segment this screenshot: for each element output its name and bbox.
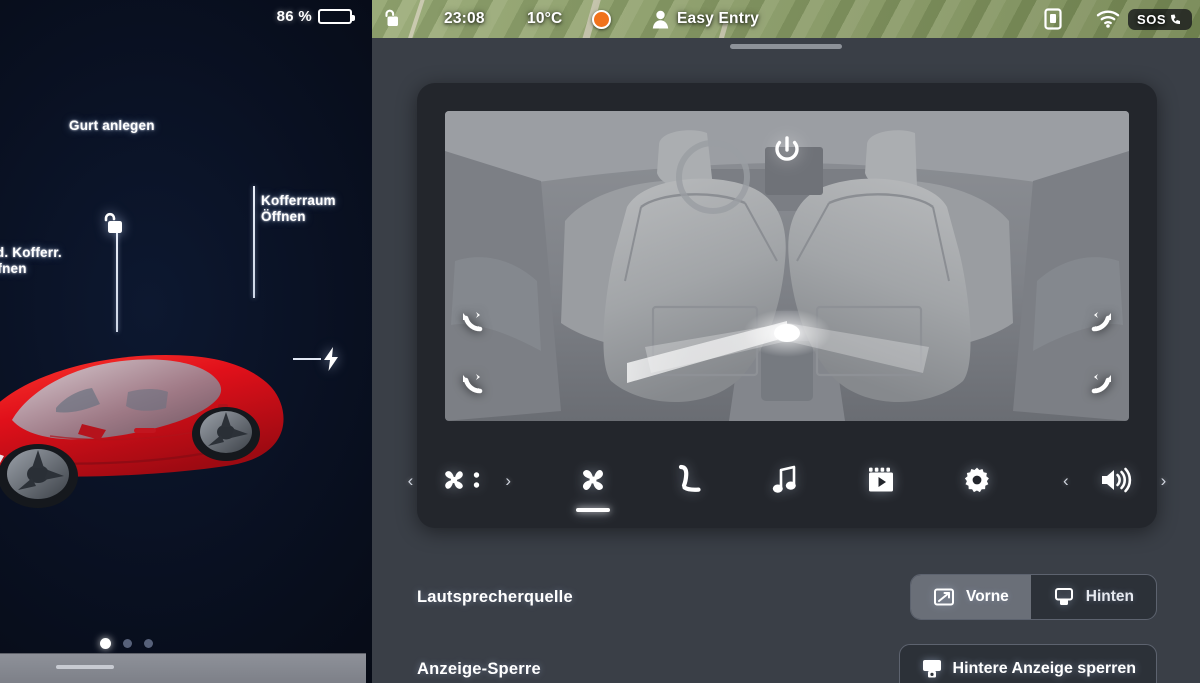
display-lock-label: Anzeige-Sperre (417, 659, 541, 678)
dashcam-record-indicator[interactable] (592, 0, 611, 38)
device-bezel (0, 653, 366, 683)
airflow-direction-icon[interactable] (1089, 307, 1115, 335)
page-dot[interactable] (123, 639, 132, 648)
fan-increase-button[interactable]: › (503, 466, 513, 495)
sos-call-icon (1171, 14, 1180, 24)
trunk-open-label[interactable]: Kofferraum Öffnen (261, 193, 336, 226)
seatbelt-warning-label: Gurt anlegen (69, 118, 155, 133)
fan-speed-icon[interactable] (427, 451, 491, 509)
volume-stepper: ‹ › (1061, 451, 1168, 509)
clock: 23:08 (444, 0, 485, 38)
volume-decrease-button[interactable]: ‹ (1061, 466, 1071, 495)
battery-percent-label: 86 % (276, 8, 312, 25)
frunk-open-label[interactable]: ord. Kofferr. Öffnen (0, 245, 62, 278)
volume-increase-button[interactable]: › (1159, 466, 1169, 495)
page-dot[interactable] (144, 639, 153, 648)
vehicle-illustration (0, 354, 284, 508)
speaker-option-rear[interactable]: Hinten (1031, 575, 1156, 619)
battery-icon (318, 9, 355, 24)
climate-control-panel: ‹ › ‹ › (408, 83, 1166, 528)
wifi-icon (1096, 10, 1120, 28)
speaker-source-segmented-control: Vorne Hinten (910, 574, 1157, 620)
record-dot-icon (592, 9, 611, 29)
speaker-option-front-label: Vorne (966, 588, 1009, 605)
climate-toolbar: ‹ › ‹ › (408, 432, 1166, 528)
temperature-label: 10°C (527, 10, 563, 27)
phone-connected-icon (1044, 8, 1062, 30)
power-icon[interactable] (770, 133, 804, 167)
tab-theater[interactable] (849, 451, 913, 509)
tab-media[interactable] (753, 451, 817, 509)
page-dots[interactable] (100, 638, 153, 649)
tab-seats[interactable] (657, 451, 721, 509)
status-bar: 23:08 10°C Easy Entry SOS (372, 0, 1200, 38)
speaker-source-label: Lautsprecherquelle (417, 587, 573, 606)
rear-screen-icon (1053, 587, 1075, 607)
profile-name-label: Easy Entry (677, 10, 760, 27)
cabin-interior-view[interactable] (445, 111, 1129, 421)
lock-status[interactable] (382, 0, 400, 38)
clock-label: 23:08 (444, 10, 485, 27)
rear-touchscreen: 23:08 10°C Easy Entry SOS ‹ › ‹ › Lautsp… (372, 0, 1200, 683)
setting-row-speaker-source: Lautsprecherquelle Vorne Hinten (417, 566, 1157, 628)
page-dot[interactable] (100, 638, 111, 649)
tab-climate[interactable] (561, 451, 625, 509)
person-icon (652, 10, 669, 28)
trunk-callout-line (253, 186, 255, 298)
lock-rear-display-button[interactable]: Hintere Anzeige sperren (898, 644, 1157, 683)
airflow-direction-icon[interactable] (459, 307, 485, 335)
speaker-option-front[interactable]: Vorne (911, 575, 1031, 619)
fan-speed-stepper: ‹ › (406, 451, 513, 509)
unlocked-padlock-icon (385, 9, 398, 26)
battery-indicator: 86 % (276, 8, 355, 25)
phone-driver-display: 86 % Gurt anlegen Kofferraum Öffnen ord.… (0, 0, 372, 683)
phone-connection-status[interactable] (1044, 0, 1062, 38)
airflow-direction-icon[interactable] (1089, 369, 1115, 397)
lock-screen-icon (920, 658, 944, 680)
unlock-icon[interactable] (100, 212, 126, 236)
front-screen-icon (933, 587, 955, 607)
volume-icon[interactable] (1083, 451, 1147, 509)
mode-tabs (561, 451, 1009, 509)
screenshot-root: 86 % Gurt anlegen Kofferraum Öffnen ord.… (0, 0, 1200, 683)
sos-button-inner[interactable]: SOS (1128, 8, 1192, 30)
speaker-option-rear-label: Hinten (1085, 588, 1134, 605)
wifi-status[interactable] (1096, 0, 1120, 38)
outside-temperature: 10°C (527, 0, 562, 38)
sos-button[interactable]: SOS (1128, 0, 1192, 38)
panel-drag-handle[interactable] (730, 44, 842, 49)
setting-row-display-lock: Anzeige-Sperre Hintere Anzeige sperren (417, 638, 1157, 683)
lock-rear-display-label: Hintere Anzeige sperren (952, 660, 1136, 677)
airflow-direction-icon[interactable] (459, 369, 485, 397)
driver-profile[interactable]: Easy Entry (652, 0, 759, 38)
tab-settings[interactable] (945, 451, 1009, 509)
fan-decrease-button[interactable]: ‹ (406, 466, 416, 495)
sos-label: SOS (1137, 11, 1166, 27)
